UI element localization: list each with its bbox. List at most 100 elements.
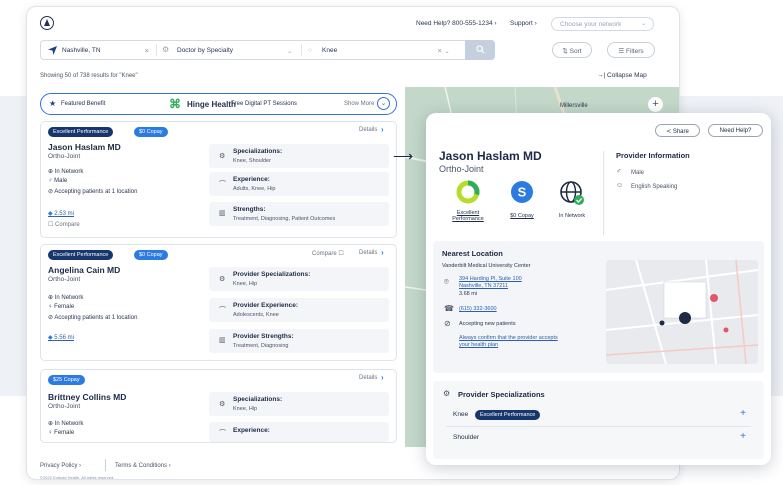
accepting-label: Accepting patients at 1 location [54, 189, 138, 195]
network-placeholder: Choose your network [560, 21, 622, 28]
distance-label: 5.56 mi [54, 335, 74, 341]
chevron-right-icon[interactable]: › [381, 248, 384, 257]
privacy-policy-link[interactable]: Privacy Policy › [40, 463, 81, 469]
address-line-2[interactable]: Nashville, TN 37211 [459, 283, 508, 289]
divider [446, 426, 751, 427]
support-link[interactable]: Support › [510, 20, 537, 27]
strengths-value: Treatment, Diagnosing, Patient Outcomes [233, 216, 336, 222]
chevron-down-icon[interactable]: ⌄ [377, 97, 390, 110]
search-button[interactable] [465, 40, 495, 60]
details-link[interactable]: Details [359, 250, 377, 256]
distance-link[interactable]: ◆ 2.53 mi [48, 210, 74, 217]
check-circle-icon: ⊘ [48, 315, 54, 321]
chevron-down-icon: ⌄ [287, 48, 293, 55]
specializations-value: Knee, Hip [233, 281, 258, 287]
nearest-location-box: Nearest Location Vanderbilt Medical Univ… [433, 241, 764, 373]
need-help-button[interactable]: Need Help? [708, 124, 763, 137]
expand-plus-icon[interactable]: + [740, 431, 746, 442]
details-link[interactable]: Details [359, 375, 377, 381]
need-help-link[interactable]: Need Help? 800-555-1234 › [416, 20, 497, 27]
featured-label: Featured Benefit [61, 101, 106, 107]
collapse-map-button[interactable]: →| Collapse Map [597, 72, 647, 79]
need-help-label: Need Help? 800-555-1234 [416, 20, 493, 27]
compare-checkbox[interactable]: ☐ Compare [48, 221, 80, 228]
network-status: ⊕ In Network [48, 294, 83, 301]
performance-donut-icon [456, 180, 480, 204]
globe-icon [560, 181, 584, 205]
network-caption: In Network [558, 213, 586, 219]
results-summary: Showing 50 of 738 results for "Knee" [40, 73, 138, 79]
details-link[interactable]: Details [359, 127, 377, 133]
speech-icon: ☺ [616, 182, 624, 189]
language-label: English Speaking [631, 184, 678, 190]
chevron-right-icon[interactable]: › [381, 125, 384, 134]
provider-detail-panel: ≺ Share Need Help? Jason Haslam MD Ortho… [426, 113, 771, 465]
address-line-1[interactable]: 394 Harding Pl, Suite 100 [459, 276, 522, 282]
terms-label: Terms & Conditions [115, 463, 168, 469]
confirm-link-line-1[interactable]: Always confirm that the provider accepts [459, 335, 558, 341]
zoom-in-button[interactable]: + [648, 97, 663, 112]
experience-icon: ⌒ [219, 181, 226, 188]
distance-link[interactable]: ◆ 5.56 mi [48, 334, 74, 341]
performance-caption[interactable]: Excellent Performance [446, 210, 490, 222]
hinge-health-brand: Hinge Health [187, 100, 236, 109]
sort-button[interactable]: ⇅ Sort [552, 42, 592, 58]
phone-link[interactable]: (615) 332-3600 [459, 306, 497, 312]
network-select[interactable]: Choose your network ⌄ [551, 17, 654, 31]
provider-card[interactable]: Excellent Performance $0 Copay Details ›… [40, 121, 397, 238]
hinge-health-logo-icon: ⌘ [169, 97, 181, 111]
search-bar: Nashville, TN ✕ ⚙ Doctor by Specialty ⌄ … [40, 40, 495, 60]
network-status: ⊕ In Network [48, 420, 83, 427]
featured-benefit-banner: ★ Featured Benefit ⌘ Hinge Health Free D… [40, 93, 397, 115]
specializations-icon: ⚙ [219, 401, 226, 408]
chevron-down-icon: ⌄ [640, 21, 646, 27]
location-input[interactable]: Nashville, TN [62, 41, 101, 59]
compare-checkbox[interactable]: Compare ☐ [312, 250, 344, 257]
confirm-link-line-2[interactable]: your health plan [459, 342, 498, 348]
support-label: Support [510, 20, 533, 27]
performance-badge: Excellent Performance [475, 410, 541, 420]
provider-card[interactable]: Excellent Performance $0 Copay Compare ☐… [40, 244, 397, 361]
compare-label: Compare [312, 251, 337, 257]
sort-label: Sort [569, 48, 582, 55]
location-arrow-icon [48, 46, 57, 55]
network-icon: ⊕ [48, 421, 54, 427]
provider-name[interactable]: Brittney Collins MD [48, 392, 126, 402]
star-icon: ★ [49, 99, 57, 108]
location-mini-map[interactable] [606, 260, 758, 364]
strengths-icon: ▥ [219, 210, 226, 217]
strengths-box: ▥ Strengths: Treatment, Diagnosing, Pati… [209, 202, 389, 226]
distance-label: 2.53 mi [54, 211, 74, 217]
spec-row-knee[interactable]: Knee [453, 411, 468, 418]
check-circle-icon: ⊘ [444, 319, 451, 328]
search-type-select[interactable]: Doctor by Specialty [177, 41, 233, 59]
map-pin-icon: ⌾ [444, 277, 449, 286]
search-query-input[interactable]: Knee [322, 41, 337, 59]
share-button[interactable]: ≺ Share [655, 124, 700, 137]
copay-caption[interactable]: $0 Copay [502, 213, 542, 219]
experience-icon: ⌒ [219, 307, 226, 314]
network-icon: ⊕ [48, 169, 54, 175]
show-more-link[interactable]: Show More [344, 101, 374, 107]
clear-location-icon[interactable]: ✕ [144, 41, 149, 59]
logo-icon[interactable] [40, 16, 54, 30]
filters-button[interactable]: ☰ Filters [607, 42, 655, 58]
divider [156, 44, 157, 56]
specialty-icon: ⚙ [162, 45, 170, 54]
provider-card[interactable]: $25 Copay Details › Brittney Collins MD … [40, 369, 397, 443]
provider-specialty: Ortho-Joint [48, 276, 81, 283]
strengths-value: Treatment, Diagnosing [233, 343, 289, 349]
network-label: In Network [54, 421, 84, 427]
distance-label: 3.68 mi [459, 291, 478, 297]
provider-name[interactable]: Jason Haslam MD [48, 142, 121, 152]
spec-row-shoulder[interactable]: Shoulder [453, 434, 479, 441]
expand-plus-icon[interactable]: + [740, 408, 746, 419]
specializations-icon: ⚙ [443, 389, 451, 398]
chevron-right-icon[interactable]: › [381, 373, 384, 382]
gender-label: Male [631, 170, 645, 176]
strengths-title: Provider Strengths: [233, 333, 294, 340]
specializations-title: Provider Specializations [458, 390, 545, 399]
provider-name[interactable]: Angelina Cain MD [48, 265, 120, 275]
clear-query-icon[interactable]: ✕ ⌄ [437, 41, 450, 59]
terms-link[interactable]: Terms & Conditions › [115, 463, 171, 469]
